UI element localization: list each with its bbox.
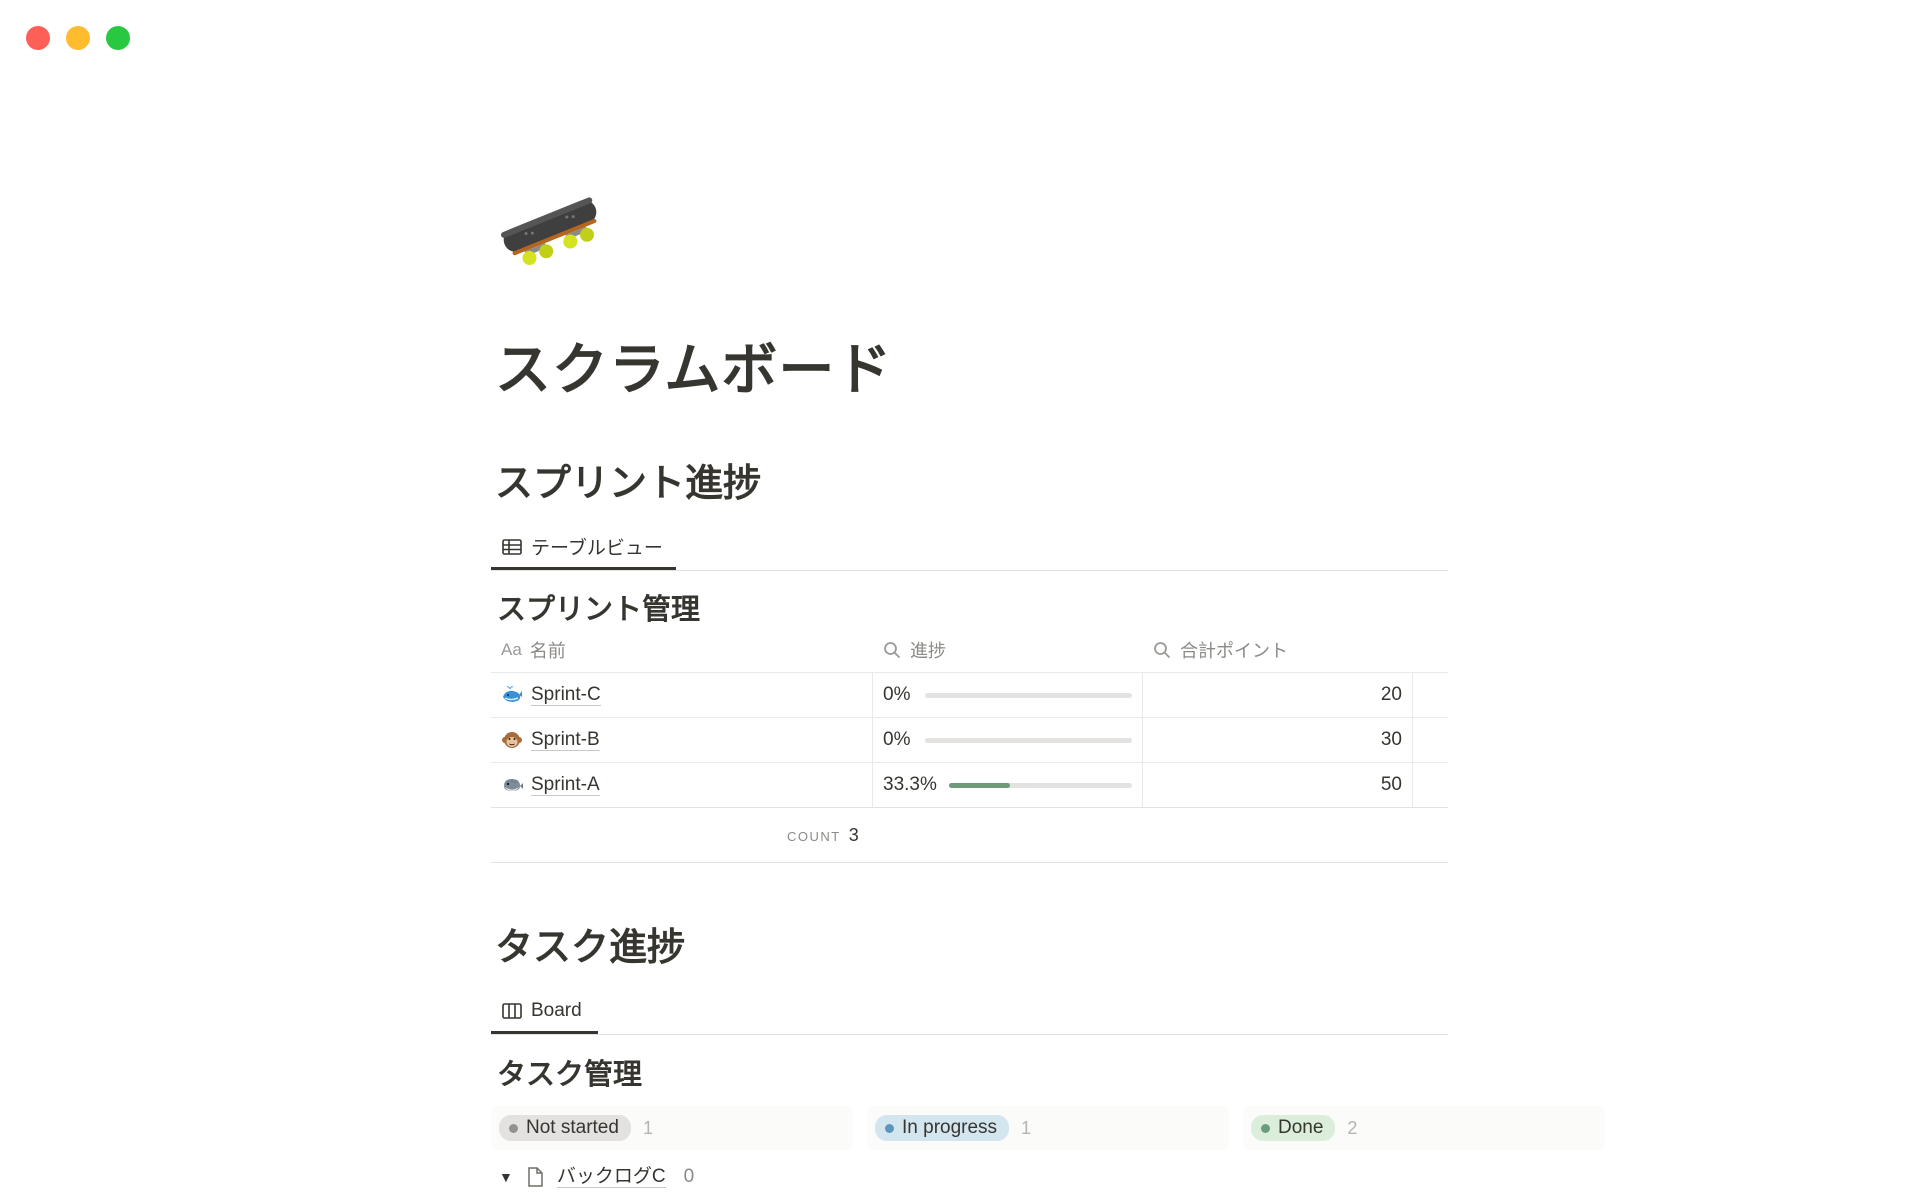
search-icon xyxy=(1154,642,1170,658)
sprint-name[interactable]: Sprint-A xyxy=(531,774,600,796)
progress-value: 33.3% xyxy=(883,774,937,795)
table-row[interactable]: Sprint-C 0% 20 xyxy=(491,672,1448,717)
column-header-points[interactable]: 合計ポイント xyxy=(1142,628,1412,672)
monkey-icon xyxy=(502,732,522,748)
cell-points: 50 xyxy=(1142,763,1412,807)
status-label: Done xyxy=(1278,1117,1324,1138)
cell-progress: 0% xyxy=(872,718,1142,762)
tab-table-view-label: テーブルビュー xyxy=(531,538,663,559)
status-dot xyxy=(885,1123,894,1133)
tab-divider xyxy=(491,1034,1448,1035)
board-column-in-progress[interactable]: In progress 1 xyxy=(867,1106,1229,1150)
tab-divider xyxy=(491,570,1448,571)
task-board: Not started 1 In progress 1 Done 2 xyxy=(491,1106,1605,1150)
board-column-not-started[interactable]: Not started 1 xyxy=(491,1106,853,1150)
page-title: スクラムボード xyxy=(495,338,893,401)
progress-bar-fill xyxy=(948,782,1010,788)
sprint-name[interactable]: Sprint-C xyxy=(531,684,601,706)
count-value: 3 xyxy=(848,824,859,845)
cell-empty xyxy=(1412,763,1448,807)
cell-points: 20 xyxy=(1142,673,1412,717)
board-icon xyxy=(502,1002,522,1019)
task-db-title[interactable]: タスク管理 xyxy=(497,1051,642,1093)
board-group-backlog[interactable]: ▼ バックログC 0 xyxy=(499,1166,694,1188)
text-property-icon: Aa xyxy=(501,640,522,659)
sprint-table: Aa 名前 進捗 合計ポイント Sprint-C 0% 20 Sprint-B … xyxy=(491,628,1448,863)
progress-bar xyxy=(925,692,1132,698)
progress-bar xyxy=(948,782,1132,788)
column-header-label: 進捗 xyxy=(910,641,946,661)
cell-name[interactable]: Sprint-C xyxy=(491,673,872,717)
status-dot xyxy=(509,1123,518,1133)
sprint-section-heading: スプリント進捗 xyxy=(495,463,762,505)
pufferfish-icon xyxy=(504,779,523,791)
table-row[interactable]: Sprint-A 33.3% 50 xyxy=(491,762,1448,807)
status-label: In progress xyxy=(902,1117,998,1138)
column-count: 1 xyxy=(642,1117,653,1138)
cell-progress: 33.3% xyxy=(872,763,1142,807)
column-count: 1 xyxy=(1021,1117,1032,1138)
table-icon xyxy=(502,538,522,555)
skateboard-icon[interactable] xyxy=(495,186,605,266)
count-calculation[interactable]: COUNT 3 xyxy=(787,825,859,846)
close-window-button[interactable] xyxy=(26,26,50,50)
table-footer: COUNT 3 xyxy=(491,807,1448,863)
cell-empty xyxy=(1412,673,1448,717)
progress-bar xyxy=(925,737,1132,743)
status-dot xyxy=(1261,1123,1270,1133)
whale-icon xyxy=(503,686,522,702)
column-header-name[interactable]: Aa 名前 xyxy=(491,628,872,672)
sprint-db-title[interactable]: スプリント管理 xyxy=(497,586,700,628)
column-count: 2 xyxy=(1347,1117,1358,1138)
cell-progress: 0% xyxy=(872,673,1142,717)
cell-empty xyxy=(1412,718,1448,762)
tab-board-view[interactable]: Board xyxy=(491,990,598,1034)
maximize-window-button[interactable] xyxy=(106,26,130,50)
count-label: COUNT xyxy=(787,828,841,844)
cell-name[interactable]: Sprint-B xyxy=(491,718,872,762)
board-column-done[interactable]: Done 2 xyxy=(1243,1106,1605,1150)
tab-table-view[interactable]: テーブルビュー xyxy=(491,526,676,570)
status-badge: In progress xyxy=(875,1115,1010,1141)
window-controls xyxy=(26,26,130,50)
group-label[interactable]: バックログC xyxy=(556,1166,666,1188)
minimize-window-button[interactable] xyxy=(66,26,90,50)
tab-board-view-label: Board xyxy=(531,999,582,1021)
group-count: 0 xyxy=(683,1166,695,1187)
status-badge: Not started xyxy=(499,1115,631,1141)
progress-value: 0% xyxy=(883,684,911,705)
table-header: Aa 名前 進捗 合計ポイント xyxy=(491,628,1448,672)
column-header-label: 名前 xyxy=(529,641,566,661)
cell-name[interactable]: Sprint-A xyxy=(491,763,872,807)
task-section-heading: タスク進捗 xyxy=(495,927,686,969)
page-icon xyxy=(528,1167,543,1187)
sprint-name[interactable]: Sprint-B xyxy=(531,729,600,751)
cell-points: 30 xyxy=(1142,718,1412,762)
search-icon xyxy=(884,642,900,658)
toggle-caret-icon[interactable]: ▼ xyxy=(499,1169,513,1185)
progress-value: 0% xyxy=(883,729,911,750)
column-header-label: 合計ポイント xyxy=(1180,641,1288,661)
status-label: Not started xyxy=(526,1117,619,1138)
table-row[interactable]: Sprint-B 0% 30 xyxy=(491,717,1448,762)
column-header-progress[interactable]: 進捗 xyxy=(872,628,1142,672)
status-badge: Done xyxy=(1251,1115,1336,1141)
